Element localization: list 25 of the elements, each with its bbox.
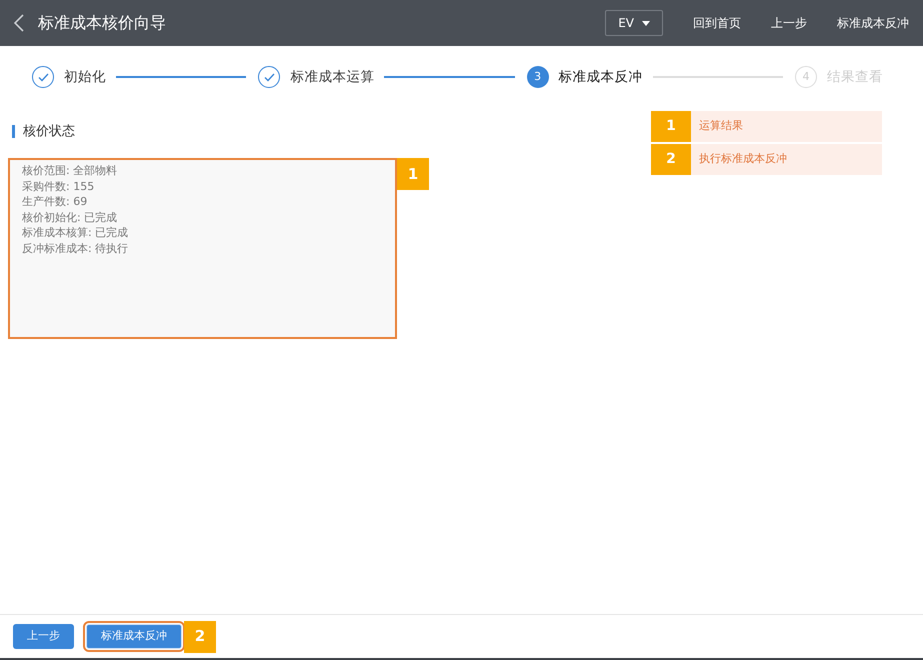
caret-icon <box>642 20 650 26</box>
step-number: 3 <box>526 66 549 88</box>
status-line: 反冲标准成本: 待执行 <box>22 240 130 256</box>
footer-button[interactable]: 上一步 <box>13 624 74 649</box>
header-link[interactable]: 回到首页 <box>693 14 741 32</box>
callout-text: 运算结果 <box>691 111 882 142</box>
callout-number: 1 <box>651 111 691 142</box>
status-line: 标准成本核算: 已完成 <box>22 225 130 240</box>
header-link[interactable]: 标准成本反冲 <box>837 14 909 32</box>
footer-button[interactable]: 标准成本反冲 <box>86 624 182 649</box>
callout-marker: 1 <box>397 158 429 190</box>
back-icon[interactable] <box>14 14 24 32</box>
step-label: 标准成本运算 <box>290 68 374 87</box>
status-line: 核价范围: 全部物料 <box>22 163 118 178</box>
step-label: 标准成本反冲 <box>558 68 643 87</box>
language-dropdown[interactable]: EV <box>605 10 663 36</box>
page-title: 标准成本核价向导 <box>38 12 166 34</box>
step-label: 初始化 <box>64 68 106 87</box>
header-link[interactable]: 上一步 <box>771 14 807 32</box>
callout-text: 执行标准成本反冲 <box>691 144 882 175</box>
callout-number: 2 <box>651 144 691 175</box>
status-line: 生产件数: 69 <box>22 194 88 210</box>
status-line: 采购件数: 155 <box>22 178 96 194</box>
status-line: 核价初始化: 已完成 <box>22 210 118 225</box>
callout-marker: 2 <box>184 620 216 652</box>
